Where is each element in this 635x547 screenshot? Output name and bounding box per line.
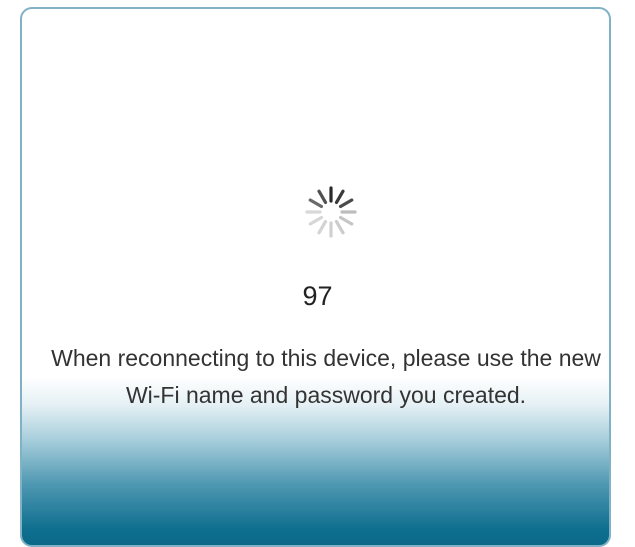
- countdown-timer: 97: [302, 281, 333, 311]
- reconnect-dialog: [20, 7, 611, 547]
- reconnect-message: When reconnecting to this device, please…: [51, 345, 601, 408]
- loading-spinner-icon: [305, 186, 357, 238]
